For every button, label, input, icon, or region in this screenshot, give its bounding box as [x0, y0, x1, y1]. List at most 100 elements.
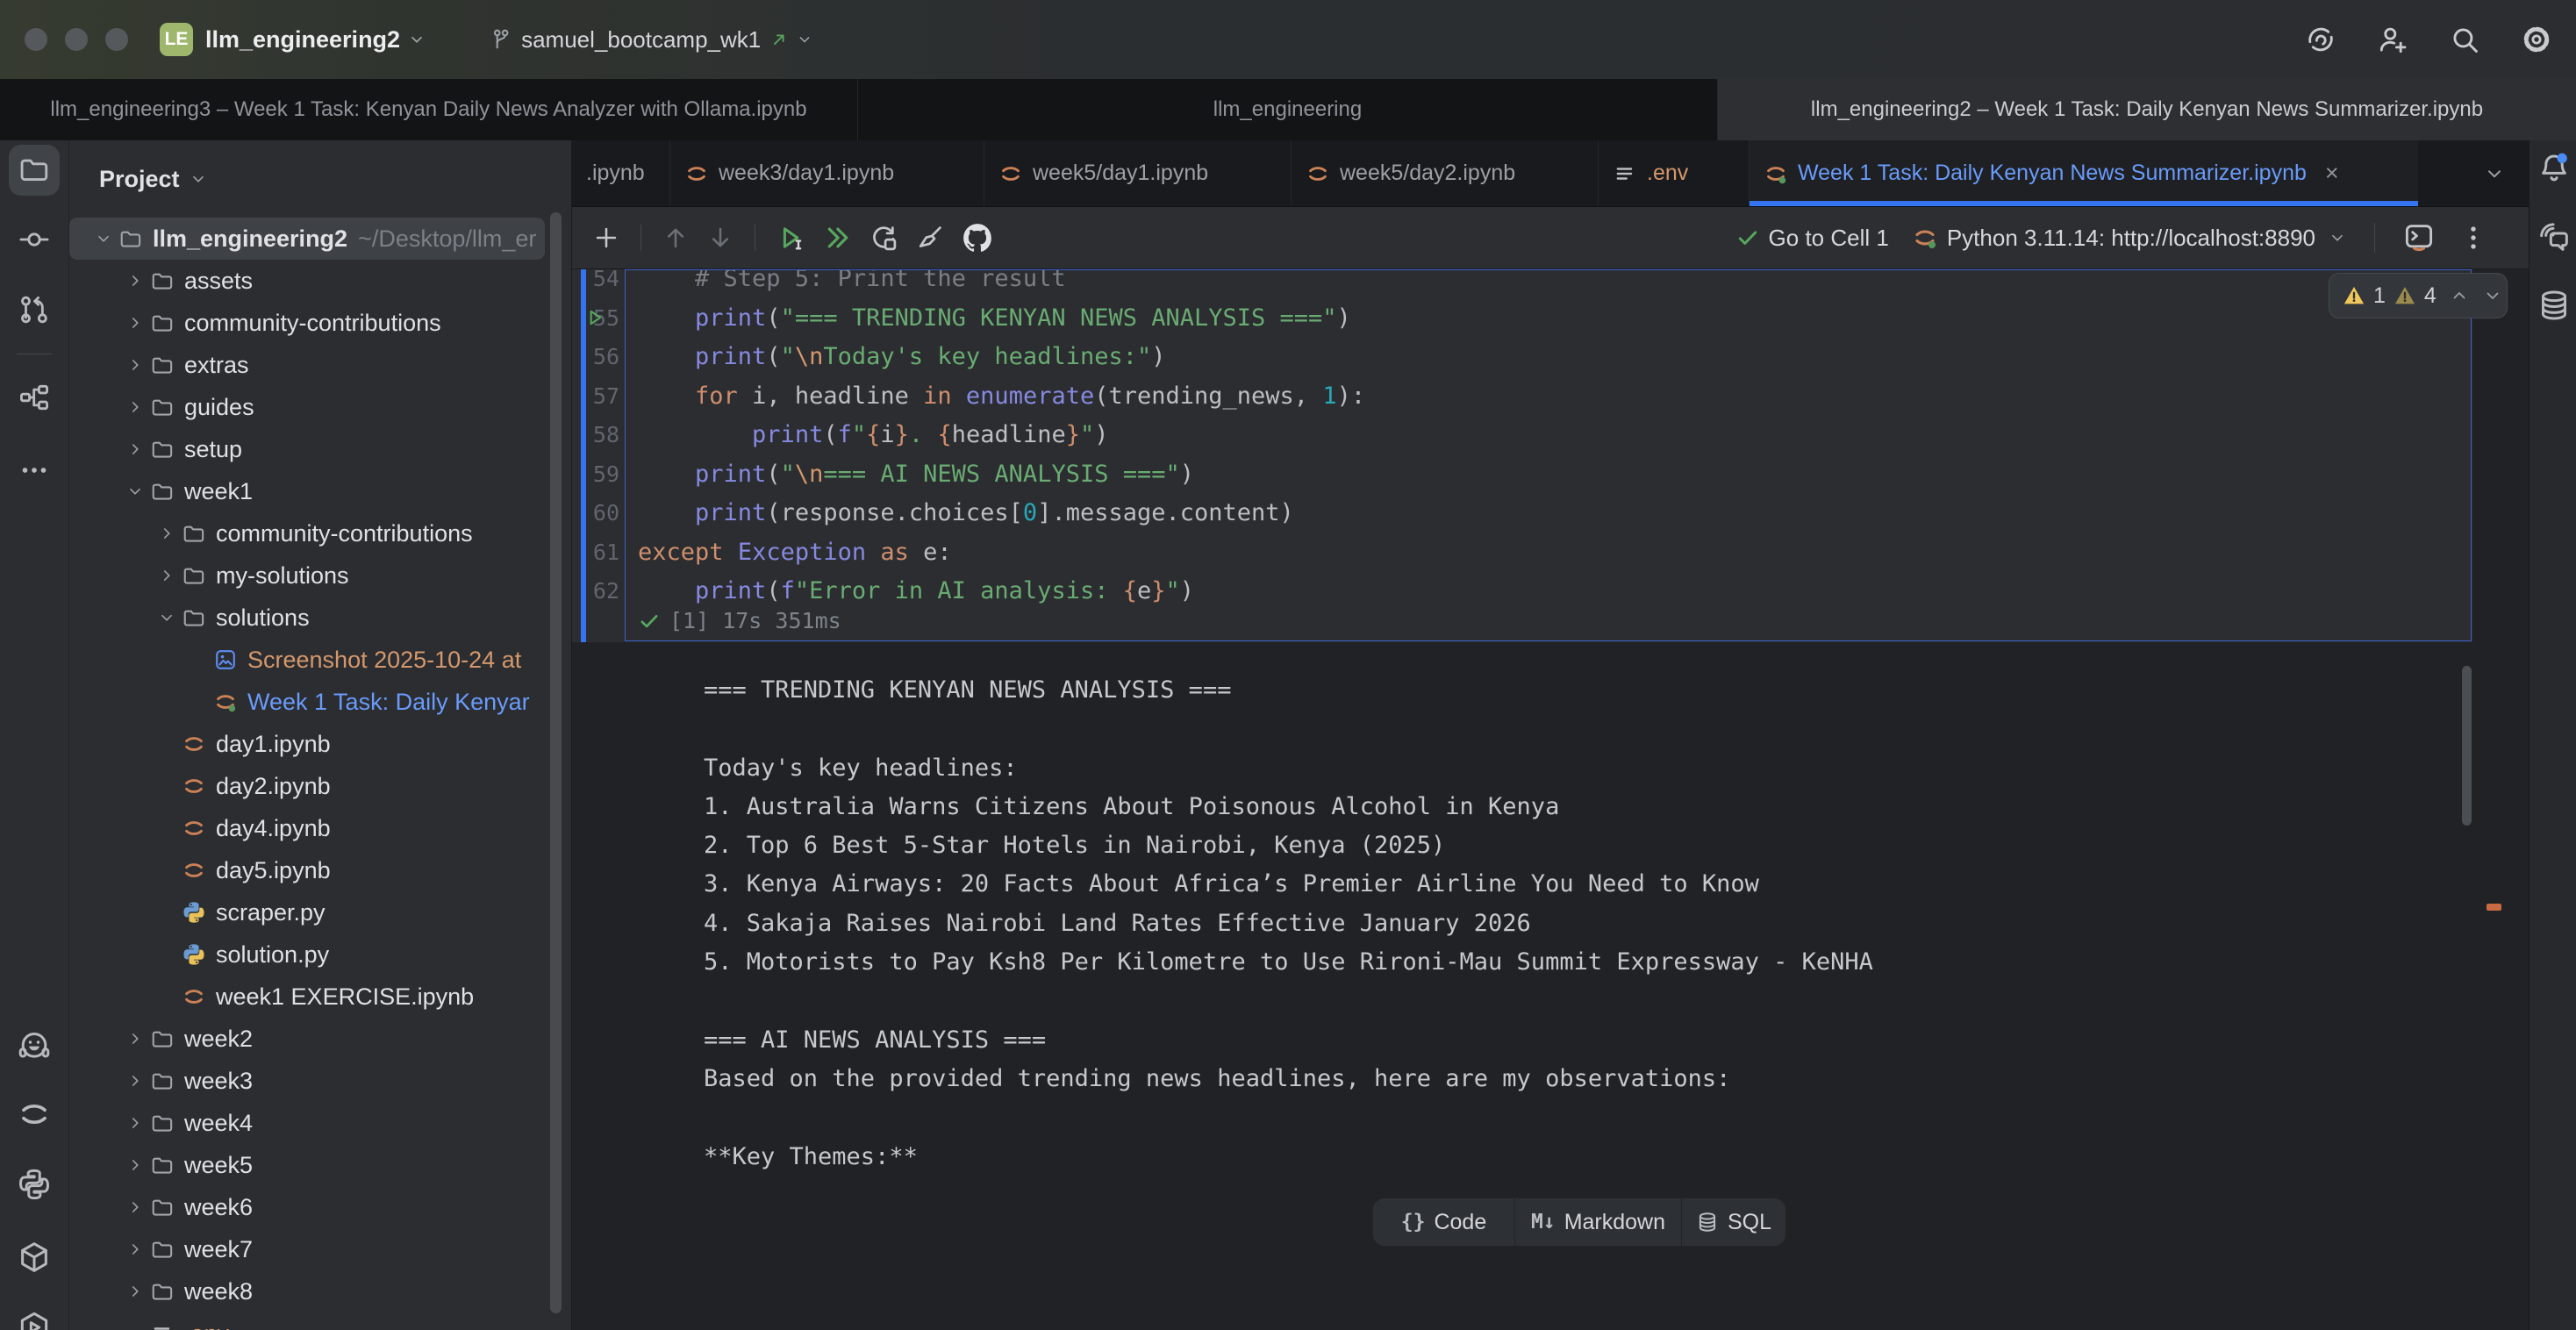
project-chevron-down-icon[interactable] [407, 30, 426, 49]
project-widget-name[interactable]: llm_engineering2 [205, 26, 400, 54]
python-console-tool-icon[interactable] [17, 1167, 52, 1202]
editor-tab-3[interactable]: week5/day1.ipynb [984, 140, 1292, 206]
tree-item-screenshot-2025-10-24-at[interactable]: Screenshot 2025-10-24 at [69, 639, 571, 681]
cell-type-sql-button[interactable]: SQL [1682, 1198, 1785, 1246]
window-tab-2[interactable]: llm_engineering [858, 79, 1718, 140]
code-editor[interactable]: # Step 5: Print the result print("=== TR… [638, 269, 2467, 611]
tree-item-week5[interactable]: week5 [69, 1144, 571, 1186]
code-line-61[interactable]: except Exception as e: [638, 533, 2467, 573]
tree-item-extras[interactable]: extras [69, 344, 571, 386]
tree-item-week-1-task-daily-kenyar[interactable]: Week 1 Task: Daily Kenyar [69, 681, 571, 723]
editor-tab-2[interactable]: week3/day1.ipynb [670, 140, 984, 206]
tree-item-community-contributions[interactable]: community-contributions [69, 512, 571, 554]
next-problem-chevron-down-icon[interactable] [2482, 285, 2503, 306]
tree-item-day1-ipynb[interactable]: day1.ipynb [69, 723, 571, 765]
editor-gutter[interactable]: 545556575859606162 [586, 269, 623, 611]
run-all-cells-icon[interactable] [821, 222, 853, 254]
jupyter-tool-icon[interactable] [17, 1097, 52, 1132]
structure-tool-icon[interactable] [18, 381, 51, 414]
tree-item-week1-exercise-ipynb[interactable]: week1 EXERCISE.ipynb [69, 976, 571, 1018]
interpreter-selector[interactable]: Python 3.11.14: http://localhost:8890 [1912, 225, 2347, 252]
minimize-window-button[interactable] [65, 28, 88, 51]
tree-item-week3[interactable]: week3 [69, 1060, 571, 1102]
output-scrollbar[interactable] [2462, 666, 2472, 826]
code-line-62[interactable]: print(f"Error in AI analysis: {e}") [638, 572, 2467, 611]
tree-item-community-contributions[interactable]: community-contributions [69, 302, 571, 344]
ai-assistant-icon[interactable] [2304, 23, 2337, 56]
inspections-widget[interactable]: 1 4 [2329, 273, 2508, 318]
services-tool-icon[interactable] [17, 1310, 52, 1330]
python-packages-tool-icon[interactable] [17, 1240, 52, 1275]
search-everywhere-icon[interactable] [2448, 23, 2481, 56]
clear-outputs-icon[interactable] [914, 222, 946, 254]
tree-chevron-right-icon[interactable] [122, 1113, 148, 1133]
commit-tool-icon[interactable] [18, 223, 51, 256]
prev-problem-chevron-up-icon[interactable] [2449, 285, 2470, 306]
code-line-60[interactable]: print(response.choices[0].message.conten… [638, 494, 2467, 533]
github-icon[interactable] [961, 221, 994, 254]
tree-item-guides[interactable]: guides [69, 386, 571, 428]
tree-chevron-down-icon[interactable] [90, 229, 117, 248]
project-tool-icon[interactable] [18, 153, 51, 186]
window-tab-3[interactable]: llm_engineering2 – Week 1 Task: Daily Ke… [1718, 79, 2576, 140]
tree-item-week4[interactable]: week4 [69, 1102, 571, 1144]
tree-item-env[interactable]: .env [69, 1312, 571, 1330]
tree-item-week7[interactable]: week7 [69, 1228, 571, 1270]
pull-requests-tool-icon[interactable] [18, 293, 51, 326]
code-line-59[interactable]: print("\n=== AI NEWS ANALYSIS ===") [638, 455, 2467, 495]
error-stripe-mark[interactable] [2487, 904, 2501, 911]
move-cell-down-icon[interactable] [705, 223, 735, 253]
tree-chevron-right-icon[interactable] [122, 1282, 148, 1301]
tree-item-solutions[interactable]: solutions [69, 597, 571, 639]
tree-item-week6[interactable]: week6 [69, 1186, 571, 1228]
tree-item-llm-engineering2[interactable]: llm_engineering2~/Desktop/llm_er [69, 218, 545, 260]
code-line-55[interactable]: print("=== TRENDING KENYAN NEWS ANALYSIS… [638, 299, 2467, 339]
close-tab-icon[interactable]: × [2325, 160, 2339, 187]
tree-chevron-right-icon[interactable] [122, 313, 148, 332]
tree-item-week1[interactable]: week1 [69, 470, 571, 512]
huggingface-tool-icon[interactable] [17, 1029, 52, 1064]
branch-chevron-down-icon[interactable] [796, 31, 813, 48]
window-tab-1[interactable]: llm_engineering3 – Week 1 Task: Kenyan D… [0, 79, 858, 140]
window-controls[interactable] [25, 28, 128, 51]
close-window-button[interactable] [25, 28, 47, 51]
go-to-cell-button[interactable]: Go to Cell 1 [1735, 225, 1889, 252]
tree-item-my-solutions[interactable]: my-solutions [69, 554, 571, 597]
tree-item-day4-ipynb[interactable]: day4.ipynb [69, 807, 571, 849]
tree-item-setup[interactable]: setup [69, 428, 571, 470]
ai-chat-tool-icon[interactable] [2537, 219, 2572, 254]
editor-tab-6[interactable]: Week 1 Task: Daily Kenyan News Summarize… [1750, 140, 2418, 206]
settings-gear-icon[interactable] [2520, 23, 2553, 56]
cell-frame[interactable]: # Step 5: Print the result print("=== TR… [625, 269, 2472, 641]
tree-item-solution-py[interactable]: solution.py [69, 933, 571, 976]
tree-chevron-right-icon[interactable] [122, 1071, 148, 1090]
editor-tab-4[interactable]: week5/day2.ipynb [1292, 140, 1599, 206]
tree-chevron-right-icon[interactable] [122, 355, 148, 375]
tree-item-week2[interactable]: week2 [69, 1018, 571, 1060]
editor-tab-5[interactable]: .env [1599, 140, 1750, 206]
project-tree-scrollbar[interactable] [550, 212, 562, 1313]
code-line-54[interactable]: # Step 5: Print the result [638, 269, 2467, 299]
tree-chevron-right-icon[interactable] [154, 524, 180, 543]
restart-kernel-icon[interactable] [868, 222, 899, 254]
tree-chevron-right-icon[interactable] [122, 1198, 148, 1217]
run-cell-icon[interactable] [775, 222, 806, 254]
cell-type-code-button[interactable]: {}Code [1373, 1198, 1515, 1246]
tree-chevron-right-icon[interactable] [154, 566, 180, 585]
tree-item-scraper-py[interactable]: scraper.py [69, 891, 571, 933]
tree-item-week8[interactable]: week8 [69, 1270, 571, 1312]
add-cell-icon[interactable] [591, 223, 621, 253]
project-panel-header[interactable]: Project [69, 140, 571, 218]
code-line-57[interactable]: for i, headline in enumerate(trending_ne… [638, 377, 2467, 417]
code-cell[interactable]: 545556575859606162 # Step 5: Print the r… [572, 269, 2472, 642]
code-line-56[interactable]: print("\nToday's key headlines:") [638, 338, 2467, 377]
kebab-menu-icon[interactable] [2458, 223, 2488, 253]
run-line-icon[interactable] [583, 306, 606, 329]
tree-chevron-right-icon[interactable] [122, 271, 148, 290]
tree-chevron-right-icon[interactable] [122, 1155, 148, 1175]
more-tools-icon[interactable] [18, 454, 50, 486]
zoom-window-button[interactable] [105, 28, 128, 51]
tree-chevron-down-icon[interactable] [122, 482, 148, 501]
tree-chevron-right-icon[interactable] [122, 1240, 148, 1259]
editor-tab-1[interactable]: .ipynb [572, 140, 670, 206]
